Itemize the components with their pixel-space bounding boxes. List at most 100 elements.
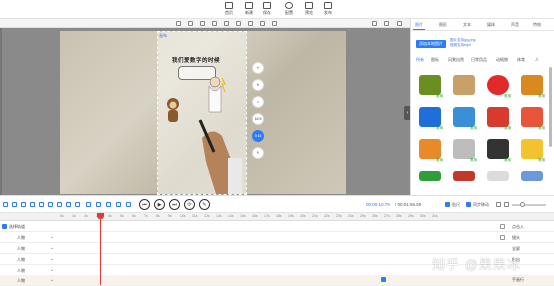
asset-item[interactable]: 常用: [451, 138, 477, 164]
snap-checkbox[interactable]: [445, 202, 450, 207]
chevron-down-icon[interactable]: ⌄: [50, 256, 54, 262]
chevron-down-icon[interactable]: ⌄: [50, 245, 54, 251]
lock-icon[interactable]: ⌂: [252, 96, 264, 108]
record-icon[interactable]: [86, 202, 91, 207]
paste-icon[interactable]: [188, 21, 193, 26]
asset-item[interactable]: 常用: [519, 74, 545, 100]
next-frame-button[interactable]: ⏭: [169, 199, 180, 210]
select-track-checkbox[interactable]: [2, 224, 7, 229]
monkey-illustration[interactable]: [162, 96, 184, 126]
new-button[interactable]: 新建: [240, 1, 258, 17]
prev-frame-button[interactable]: ⏮: [139, 199, 150, 210]
category-scenery[interactable]: 风景自然: [448, 57, 464, 63]
asset-item[interactable]: [417, 170, 443, 196]
category-icons[interactable]: 图标: [431, 57, 439, 63]
fit-icon[interactable]: [504, 202, 509, 207]
playhead-handle[interactable]: [97, 213, 104, 219]
canvas-title-text[interactable]: 我们爱数字的时候: [172, 56, 220, 64]
track-row[interactable]: 人物 ⌄ 镜头: [0, 232, 554, 243]
copy-clip-icon[interactable]: [66, 202, 71, 207]
settings-button[interactable]: 配置: [280, 1, 298, 17]
sync-checkbox[interactable]: [466, 202, 471, 207]
tab-sound[interactable]: 声音: [509, 21, 521, 29]
asset-item[interactable]: 常用: [519, 138, 545, 164]
layer-up-icon[interactable]: [212, 21, 217, 26]
save-button[interactable]: 保存: [258, 1, 276, 17]
chevron-down-icon[interactable]: ⌄: [50, 234, 54, 240]
video-track-icon[interactable]: [48, 202, 53, 207]
tab-text[interactable]: 文本: [461, 21, 473, 29]
image-track-icon[interactable]: [30, 202, 35, 207]
tab-images[interactable]: 图片: [413, 21, 425, 30]
chevron-down-icon[interactable]: ⌄: [50, 267, 54, 273]
timeline-ruler[interactable]: 0s 1s 2s 3s 4s 5s 6s 7s 8s 9s 10s 11s 12…: [0, 213, 554, 221]
asset-item[interactable]: [485, 170, 511, 196]
draw-mode-button[interactable]: ✎: [199, 199, 210, 210]
scene-icon[interactable]: [3, 202, 8, 207]
publish-button[interactable]: 发布: [319, 1, 337, 17]
asset-item[interactable]: 常用: [451, 106, 477, 132]
ratio-9-16-button[interactable]: 9:16: [252, 130, 264, 142]
copy-icon[interactable]: [176, 21, 181, 26]
god-illustration[interactable]: [204, 74, 226, 114]
track-row[interactable]: 人物 ⌄ 手画行: [0, 275, 554, 286]
asset-item[interactable]: 常用: [417, 106, 443, 132]
category-people[interactable]: 人: [535, 57, 539, 63]
delete-icon[interactable]: [200, 21, 205, 26]
asset-item[interactable]: [519, 170, 545, 196]
visibility-icon[interactable]: [500, 235, 505, 240]
asset-item[interactable]: 常用: [519, 106, 545, 132]
rotate-icon[interactable]: ↻: [252, 79, 264, 91]
panel-scrollbar[interactable]: [549, 67, 552, 147]
asset-item[interactable]: 常用: [417, 74, 443, 100]
align-icon[interactable]: [236, 21, 241, 26]
track-row[interactable]: 人物 ⌄ 全屏: [0, 243, 554, 254]
text-track-icon[interactable]: [21, 202, 26, 207]
upload-local-image-button[interactable]: 添加本地图片: [416, 40, 446, 48]
ratio-16-9-button[interactable]: 16:9: [252, 113, 264, 125]
redo-icon[interactable]: [384, 21, 389, 26]
category-daily[interactable]: 日常用品: [471, 57, 487, 63]
lock-icon[interactable]: [260, 21, 265, 26]
merge-icon[interactable]: [116, 202, 121, 207]
category-sports[interactable]: 体育: [517, 57, 525, 63]
zoom-slider-handle[interactable]: [520, 202, 525, 207]
zoom-slider[interactable]: [512, 204, 546, 206]
crop-icon[interactable]: [126, 202, 131, 207]
layer-down-icon[interactable]: [224, 21, 229, 26]
loop-button[interactable]: ⟳: [184, 199, 195, 210]
asset-item[interactable]: 常用: [485, 106, 511, 132]
undo-icon[interactable]: [372, 21, 377, 26]
audio-track-icon[interactable]: [39, 202, 44, 207]
flip-icon[interactable]: [248, 21, 253, 26]
group-icon[interactable]: [272, 21, 277, 26]
category-animals-plants[interactable]: 动植物: [496, 57, 508, 63]
cut-icon[interactable]: [57, 202, 62, 207]
category-all[interactable]: 所有: [416, 57, 424, 63]
tab-effects[interactable]: 特效: [531, 21, 543, 29]
asset-item[interactable]: 常用: [417, 138, 443, 164]
fullscreen-icon[interactable]: [397, 21, 402, 26]
drawing-hand-illustration[interactable]: [192, 118, 242, 194]
asset-item[interactable]: 常用: [485, 74, 511, 100]
settings-icon[interactable]: [500, 224, 505, 229]
add-track-icon[interactable]: [12, 202, 17, 207]
mic-icon[interactable]: [96, 202, 101, 207]
asset-item[interactable]: 常用: [485, 138, 511, 164]
asset-item[interactable]: [451, 170, 477, 196]
clip-marker-icon[interactable]: [381, 277, 386, 282]
track-select-row[interactable]: 选择轨道 点击入: [0, 221, 554, 232]
delete-clip-icon[interactable]: [75, 202, 80, 207]
pen-icon[interactable]: ✎: [252, 147, 264, 159]
split-icon[interactable]: [106, 202, 111, 207]
playhead[interactable]: [100, 213, 101, 285]
zoom-out-icon[interactable]: [496, 202, 501, 207]
phone-frame[interactable]: 画布 我们爱数字的时候: [157, 31, 247, 195]
add-icon[interactable]: ＋: [252, 62, 264, 74]
tab-media[interactable]: 媒体: [485, 21, 497, 29]
play-button[interactable]: ▶: [154, 199, 165, 210]
tab-shapes[interactable]: 图形: [437, 21, 449, 29]
home-button[interactable]: 首页: [220, 1, 238, 17]
preview-button[interactable]: 预览: [300, 1, 318, 17]
asset-item[interactable]: [451, 74, 477, 100]
